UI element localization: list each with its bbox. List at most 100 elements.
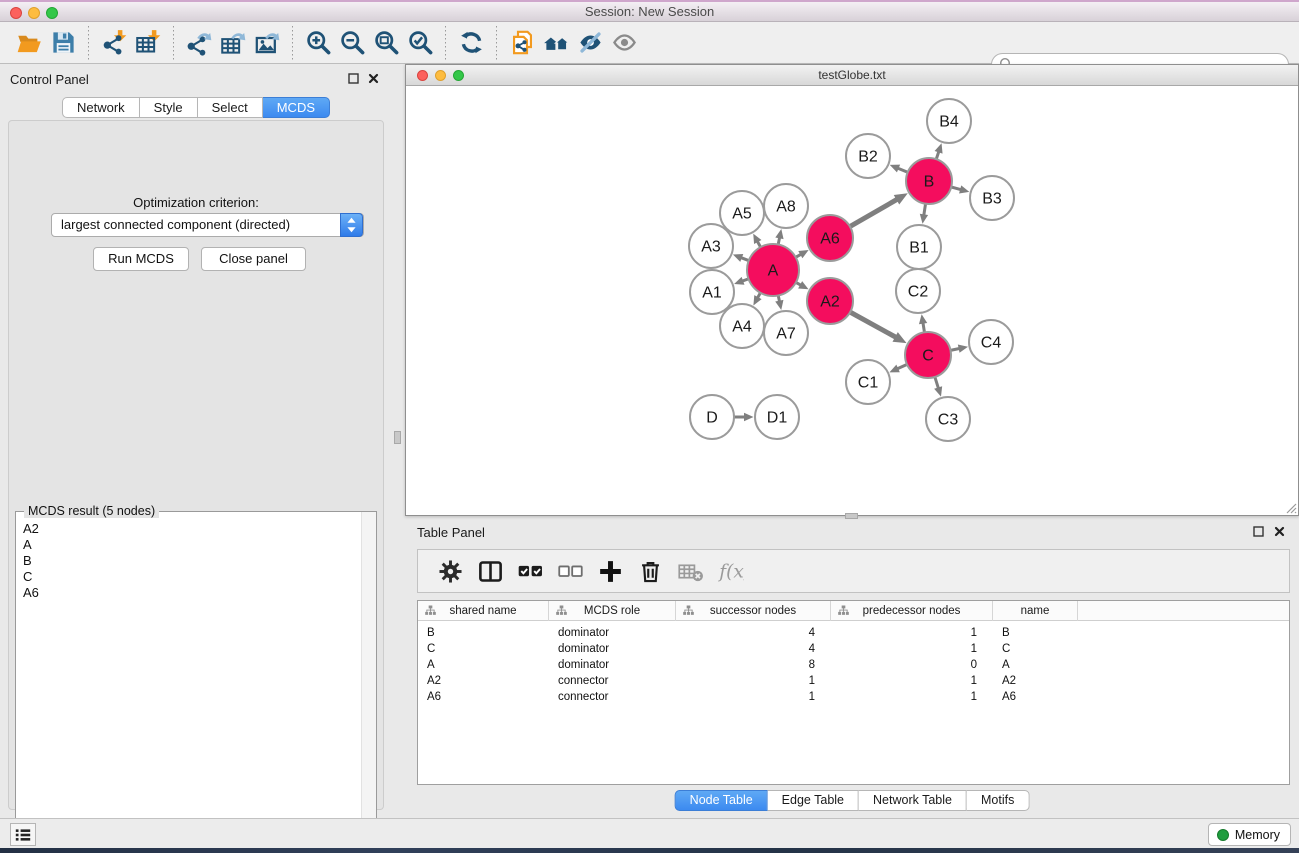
- home-button[interactable]: [539, 26, 573, 60]
- node-C2[interactable]: C2: [896, 269, 940, 313]
- divider-handle-left[interactable]: [394, 431, 401, 444]
- add-column-button[interactable]: [590, 554, 630, 588]
- export-image-button[interactable]: [250, 26, 284, 60]
- tab-node-table[interactable]: Node Table: [675, 790, 768, 811]
- cell-successor-nodes[interactable]: 8: [676, 657, 831, 673]
- result-list-item[interactable]: A: [23, 537, 360, 553]
- import-network-button[interactable]: [97, 26, 131, 60]
- zoom-selected-button[interactable]: [403, 26, 437, 60]
- node-C3[interactable]: C3: [926, 397, 970, 441]
- cell-predecessor-nodes[interactable]: 1: [831, 689, 993, 705]
- cell-predecessor-nodes[interactable]: 0: [831, 657, 993, 673]
- tab-mcds[interactable]: MCDS: [263, 97, 330, 118]
- result-list-item[interactable]: B: [23, 553, 360, 569]
- run-mcds-button[interactable]: Run MCDS: [93, 247, 189, 271]
- tab-select[interactable]: Select: [198, 97, 263, 118]
- task-history-button[interactable]: [10, 823, 36, 846]
- network-canvas[interactable]: B4B2BB3B1A5A8A6A3AA1C2A2A4A7C4CC1C3DD1: [406, 86, 1298, 515]
- node-A6[interactable]: A6: [807, 215, 853, 261]
- close-window-button[interactable]: [10, 7, 22, 19]
- float-table-panel-icon[interactable]: [1252, 525, 1265, 538]
- cell-shared-name[interactable]: A: [418, 657, 549, 673]
- cell-MCDS-role[interactable]: dominator: [549, 657, 676, 673]
- result-list-item[interactable]: A6: [23, 585, 360, 601]
- table-row[interactable]: Adominator80A: [418, 657, 1289, 673]
- close-panel-icon[interactable]: [367, 72, 380, 85]
- close-table-panel-icon[interactable]: [1273, 525, 1286, 538]
- cell-successor-nodes[interactable]: 4: [676, 641, 831, 657]
- delete-column-button[interactable]: [630, 554, 670, 588]
- column-header-name[interactable]: name: [993, 601, 1078, 621]
- cell-shared-name[interactable]: A2: [418, 673, 549, 689]
- node-B4[interactable]: B4: [927, 99, 971, 143]
- result-scrollbar[interactable]: [361, 512, 376, 852]
- zoom-in-button[interactable]: [301, 26, 335, 60]
- column-header-shared-name[interactable]: shared name: [418, 601, 549, 621]
- cell-name[interactable]: A2: [993, 673, 1078, 689]
- table-row[interactable]: Cdominator41C: [418, 641, 1289, 657]
- select-all-button[interactable]: [510, 554, 550, 588]
- cell-name[interactable]: B: [993, 625, 1078, 641]
- tab-motifs[interactable]: Motifs: [967, 790, 1029, 811]
- node-A7[interactable]: A7: [764, 311, 808, 355]
- tab-edge-table[interactable]: Edge Table: [768, 790, 859, 811]
- mcds-result-list[interactable]: A2ABCA6: [17, 515, 360, 851]
- node-B1[interactable]: B1: [897, 225, 941, 269]
- table-row[interactable]: Bdominator41B: [418, 625, 1289, 641]
- open-folder-button[interactable]: [12, 26, 46, 60]
- column-header-predecessor-nodes[interactable]: predecessor nodes: [831, 601, 993, 621]
- node-D[interactable]: D: [690, 395, 734, 439]
- column-header-MCDS-role[interactable]: MCDS role: [549, 601, 676, 621]
- cell-successor-nodes[interactable]: 4: [676, 625, 831, 641]
- import-table-button[interactable]: [131, 26, 165, 60]
- cell-shared-name[interactable]: C: [418, 641, 549, 657]
- split-view-button[interactable]: [470, 554, 510, 588]
- zoom-out-button[interactable]: [335, 26, 369, 60]
- table-row[interactable]: A6connector11A6: [418, 689, 1289, 705]
- cell-name[interactable]: A6: [993, 689, 1078, 705]
- node-A3[interactable]: A3: [689, 224, 733, 268]
- cell-MCDS-role[interactable]: connector: [549, 673, 676, 689]
- tab-style[interactable]: Style: [140, 97, 198, 118]
- cell-name[interactable]: C: [993, 641, 1078, 657]
- table-row[interactable]: A2connector11A2: [418, 673, 1289, 689]
- show-details-button[interactable]: [607, 26, 641, 60]
- cell-predecessor-nodes[interactable]: 1: [831, 641, 993, 657]
- criterion-select[interactable]: largest connected component (directed): [51, 213, 364, 237]
- node-D1[interactable]: D1: [755, 395, 799, 439]
- minimize-window-button[interactable]: [28, 7, 40, 19]
- column-header-successor-nodes[interactable]: successor nodes: [676, 601, 831, 621]
- cell-MCDS-role[interactable]: dominator: [549, 641, 676, 657]
- net-zoom-button[interactable]: [453, 70, 464, 81]
- memory-button[interactable]: Memory: [1208, 823, 1291, 846]
- export-network-button[interactable]: [182, 26, 216, 60]
- node-B[interactable]: B: [906, 158, 952, 204]
- cell-shared-name[interactable]: B: [418, 625, 549, 641]
- node-A5[interactable]: A5: [720, 191, 764, 235]
- save-button[interactable]: [46, 26, 80, 60]
- refresh-button[interactable]: [454, 26, 488, 60]
- cell-name[interactable]: A: [993, 657, 1078, 673]
- close-panel-button[interactable]: Close panel: [201, 247, 306, 271]
- hide-details-button[interactable]: [573, 26, 607, 60]
- node-A8[interactable]: A8: [764, 184, 808, 228]
- float-panel-icon[interactable]: [347, 72, 360, 85]
- tab-network-table[interactable]: Network Table: [859, 790, 967, 811]
- node-C4[interactable]: C4: [969, 320, 1013, 364]
- cell-successor-nodes[interactable]: 1: [676, 689, 831, 705]
- zoom-window-button[interactable]: [46, 7, 58, 19]
- net-close-button[interactable]: [417, 70, 428, 81]
- deselect-all-button[interactable]: [550, 554, 590, 588]
- cell-predecessor-nodes[interactable]: 1: [831, 673, 993, 689]
- cell-MCDS-role[interactable]: dominator: [549, 625, 676, 641]
- cell-successor-nodes[interactable]: 1: [676, 673, 831, 689]
- cell-predecessor-nodes[interactable]: 1: [831, 625, 993, 641]
- tab-network[interactable]: Network: [62, 97, 140, 118]
- settings-button[interactable]: [430, 554, 470, 588]
- export-table-button[interactable]: [216, 26, 250, 60]
- node-A1[interactable]: A1: [690, 270, 734, 314]
- result-list-item[interactable]: C: [23, 569, 360, 585]
- duplicate-network-button[interactable]: [505, 26, 539, 60]
- cell-MCDS-role[interactable]: connector: [549, 689, 676, 705]
- net-minimize-button[interactable]: [435, 70, 446, 81]
